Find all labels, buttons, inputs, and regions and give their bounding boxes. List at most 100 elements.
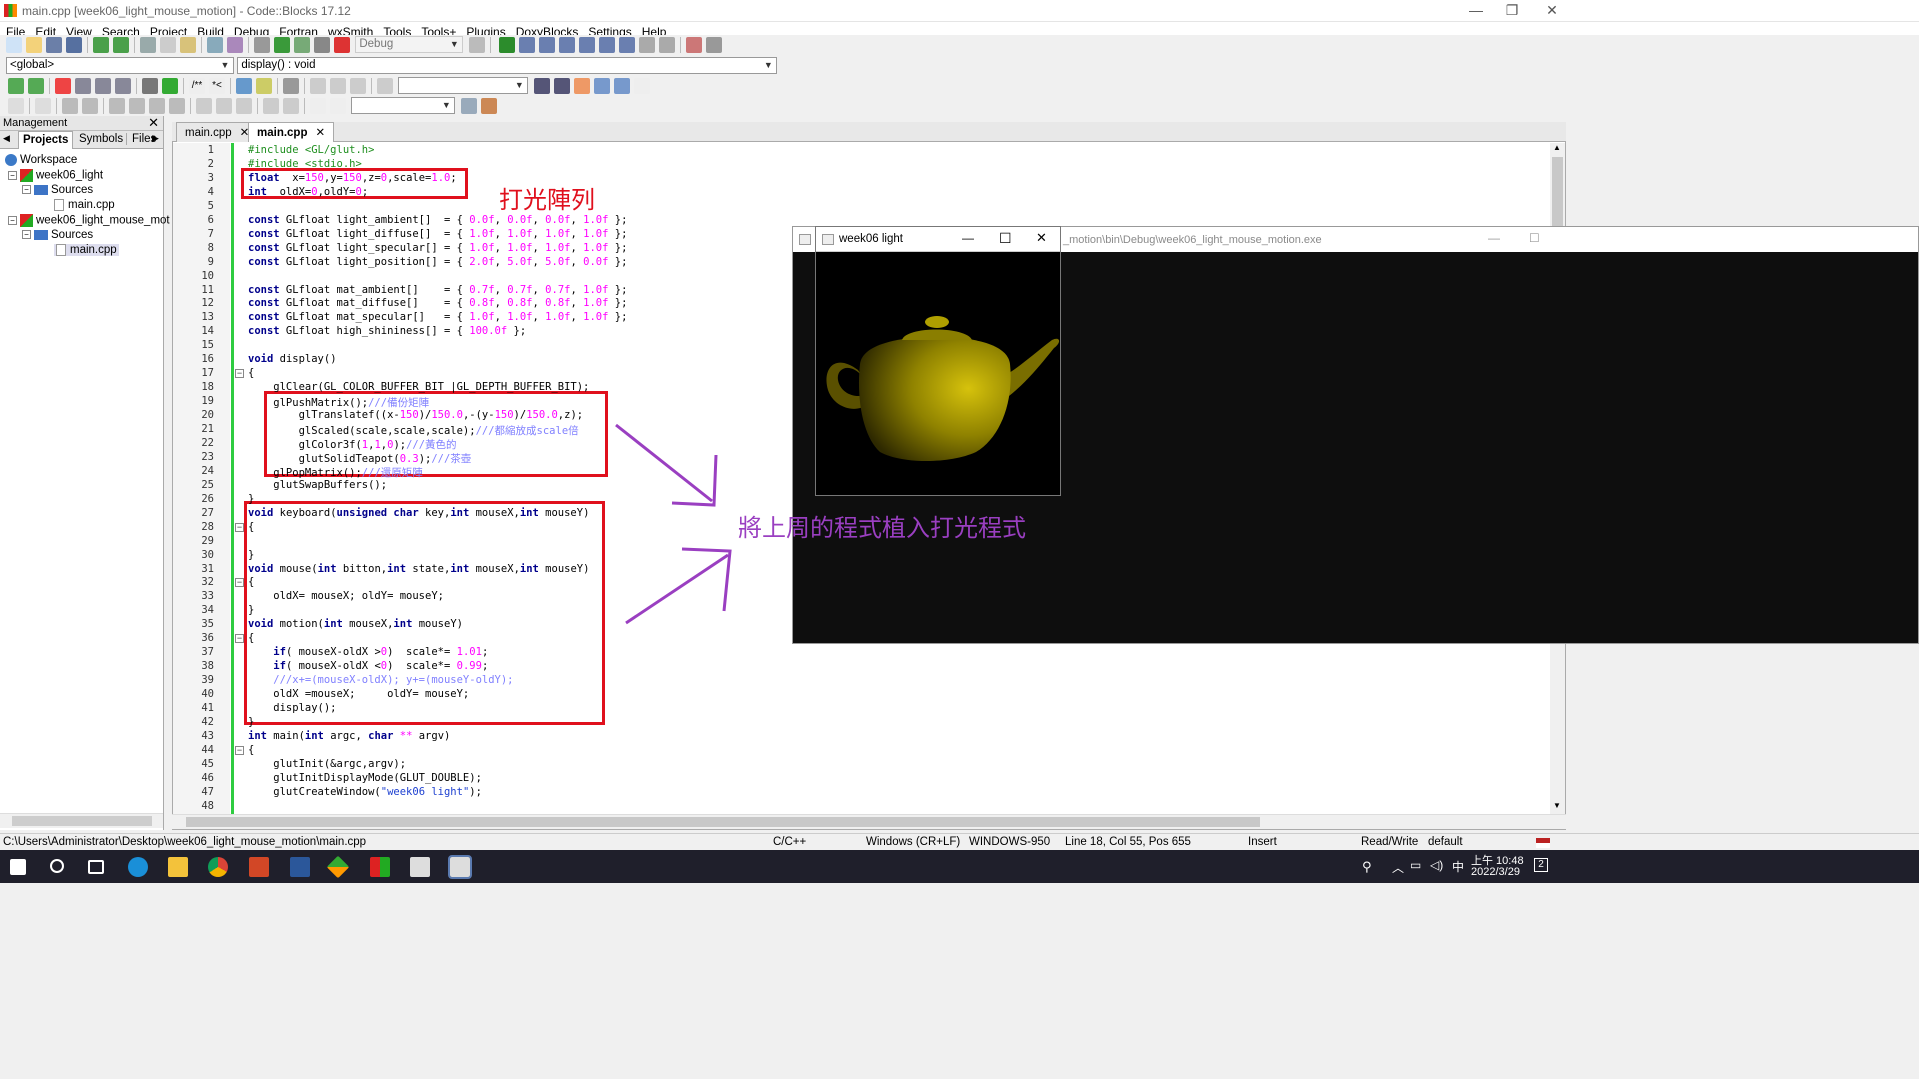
widget-c-icon[interactable] <box>109 98 125 114</box>
powerpoint-icon[interactable] <box>249 857 269 877</box>
zoom-out-icon[interactable] <box>283 98 299 114</box>
widget-b-icon[interactable] <box>82 98 98 114</box>
run-to-cursor-icon[interactable] <box>519 37 536 53</box>
network-icon[interactable]: ▭ <box>1410 858 1421 872</box>
bookmark-clear-icon[interactable] <box>115 78 131 94</box>
widget-d-icon[interactable] <box>129 98 145 114</box>
code-line[interactable]: const GLfloat light_specular[] = { 1.0f,… <box>248 242 627 254</box>
codeblocks-taskbar-icon[interactable] <box>370 857 390 877</box>
zoom-in-icon[interactable] <box>263 98 279 114</box>
paste-icon[interactable] <box>180 37 196 53</box>
code-line[interactable]: glutSolidTeapot(0.3);///茶壺 <box>248 451 472 466</box>
match-case-icon[interactable] <box>593 78 610 94</box>
editor-hscroll-thumb[interactable] <box>186 817 1260 827</box>
management-hscroll[interactable] <box>0 813 163 828</box>
code-line[interactable]: { <box>248 632 254 644</box>
tab-scroll-right-icon[interactable]: ▶ <box>152 133 159 144</box>
minimize-button[interactable]: — <box>1464 2 1488 18</box>
code-line[interactable]: oldX= mouseX; oldY= mouseY; <box>248 590 444 602</box>
symbol-search-input[interactable]: ▼ <box>351 97 456 114</box>
chrome-icon[interactable] <box>208 857 228 877</box>
step-into-icon[interactable] <box>559 37 576 53</box>
doxy-help-icon[interactable] <box>256 78 272 94</box>
editor-tab-main-cpp-2[interactable]: main.cpp ✕ <box>248 122 335 142</box>
pause-icon[interactable] <box>639 37 656 53</box>
code-line[interactable]: } <box>248 604 254 616</box>
code-line[interactable]: { <box>248 744 254 756</box>
people-icon[interactable]: ⚲ <box>1362 859 1372 875</box>
debug-windows-icon[interactable] <box>686 37 703 53</box>
code-line[interactable]: { <box>248 576 254 588</box>
debug-info-icon[interactable] <box>706 37 723 53</box>
code-line[interactable]: glColor3f(1,1,0);///黃色的 <box>248 437 457 452</box>
code-line[interactable]: glutSwapBuffers(); <box>248 479 387 491</box>
code-line[interactable]: const GLfloat high_shininess[] = { 100.0… <box>248 325 526 337</box>
prev-icon[interactable] <box>310 78 326 94</box>
highlight-icon[interactable] <box>573 78 590 94</box>
close-button[interactable]: ✕ <box>1540 2 1564 18</box>
s-icon[interactable] <box>310 98 326 114</box>
code-line[interactable]: glPushMatrix();///備份矩陣 <box>248 395 429 410</box>
bookmark-prev-icon[interactable] <box>75 78 91 94</box>
search-prev-icon[interactable] <box>533 78 550 94</box>
build-gear-icon[interactable] <box>254 37 270 53</box>
search-next-icon[interactable] <box>553 78 570 94</box>
symbol-settings-icon[interactable] <box>480 98 497 114</box>
code-line[interactable]: const GLfloat light_ambient[] = { 0.0f, … <box>248 214 627 226</box>
target-options-icon[interactable] <box>468 37 485 53</box>
code-line[interactable]: const GLfloat mat_diffuse[] = { 0.8f, 0.… <box>248 297 627 309</box>
scroll-up-icon[interactable]: ▲ <box>1553 143 1561 152</box>
next-line-icon[interactable] <box>539 37 556 53</box>
abort-icon[interactable] <box>334 37 350 53</box>
glut-maximize-button[interactable]: ☐ <box>999 230 1012 247</box>
word-icon[interactable] <box>290 857 310 877</box>
tree-project-week06-light-mouse-motion[interactable]: − week06_light_mouse_mot <box>8 214 170 227</box>
clock-date[interactable]: 2022/3/29 <box>1471 866 1520 878</box>
fold-toggle-icon[interactable]: − <box>235 522 244 532</box>
tab-projects[interactable]: Projects <box>18 131 74 149</box>
widget-g-icon[interactable] <box>196 98 212 114</box>
code-line[interactable]: const GLfloat mat_ambient[] = { 0.7f, 0.… <box>248 284 627 296</box>
copy-icon[interactable] <box>160 37 176 53</box>
code-line[interactable]: int main(int argc, char ** argv) <box>248 730 450 742</box>
code-line[interactable]: void motion(int mouseX,int mouseY) <box>248 618 463 630</box>
save-icon[interactable] <box>46 37 62 53</box>
code-line[interactable]: oldX =mouseX; oldY= mouseY; <box>248 688 469 700</box>
fold-toggle-icon[interactable]: − <box>235 578 244 588</box>
step-instruction-icon[interactable] <box>619 37 636 53</box>
code-line[interactable]: void display() <box>248 353 337 365</box>
management-close-button[interactable]: ✕ <box>148 115 159 131</box>
tab-symbols[interactable]: Symbols <box>72 133 129 145</box>
c-icon[interactable] <box>330 98 346 114</box>
code-line[interactable]: #include <stdio.h> <box>248 158 362 170</box>
whole-word-icon[interactable] <box>613 78 630 94</box>
tree-workspace[interactable]: Workspace <box>5 154 77 166</box>
code-line[interactable]: glClear(GL_COLOR_BUFFER_BIT |GL_DEPTH_BU… <box>248 381 589 393</box>
next-instruction-icon[interactable] <box>599 37 616 53</box>
tray-expand-icon[interactable]: ︿ <box>1392 859 1404 876</box>
sizer-icon[interactable] <box>35 98 51 114</box>
code-line[interactable]: float x=150,y=150,z=0,scale=1.0; <box>248 172 457 184</box>
doxy-extract-icon[interactable] <box>236 78 252 94</box>
next-icon[interactable] <box>350 78 366 94</box>
fold-toggle-icon[interactable]: − <box>235 745 244 755</box>
jump-forward-icon[interactable] <box>28 78 44 94</box>
code-line[interactable]: void mouse(int bitton,int state,int mous… <box>248 563 589 575</box>
code-line[interactable]: glPopMatrix();///還原矩陣 <box>248 465 422 480</box>
tree-toggle-icon[interactable]: − <box>22 185 31 195</box>
new-file-icon[interactable] <box>6 37 22 53</box>
redo-icon[interactable] <box>113 37 129 53</box>
code-line[interactable]: if( mouseX-oldX <0) scale*= 0.99; <box>248 660 488 672</box>
app-diamond-icon[interactable] <box>326 855 350 879</box>
tree-project-week06-light[interactable]: − week06_light <box>8 169 103 182</box>
fold-toggle-icon[interactable]: − <box>235 369 244 379</box>
tools-icon[interactable] <box>283 78 299 94</box>
tree-toggle-icon[interactable]: − <box>22 230 31 240</box>
code-line[interactable]: glutInitDisplayMode(GLUT_DOUBLE); <box>248 772 482 784</box>
step-out-icon[interactable] <box>579 37 596 53</box>
replace-icon[interactable] <box>227 37 243 53</box>
bookmark-toggle-icon[interactable] <box>55 78 71 94</box>
rebuild-icon[interactable] <box>314 37 330 53</box>
jump-back-icon[interactable] <box>8 78 24 94</box>
undo-icon[interactable] <box>93 37 109 53</box>
